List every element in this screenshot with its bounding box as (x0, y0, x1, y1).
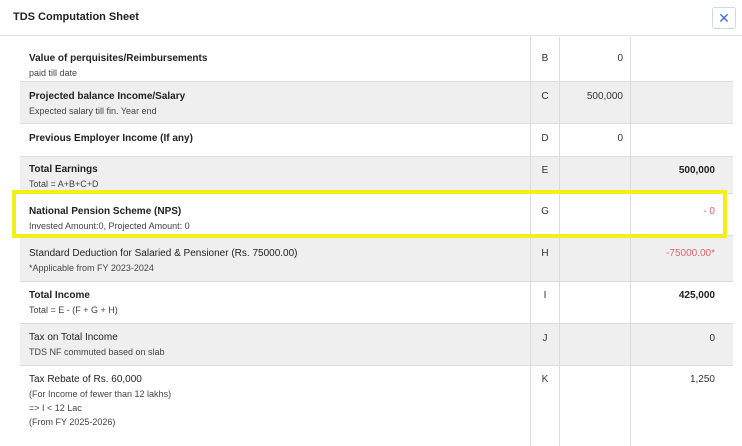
row-description: Total Income Total = E - (F + G + H) (20, 282, 531, 323)
row-label: Tax on Total Income (29, 332, 118, 343)
row-sublabel: => I < 12 Lac (29, 403, 82, 413)
table-row-tax-rebate: Tax Rebate of Rs. 60,000 (For Income of … (20, 366, 733, 446)
row-description: Total Earnings Total = A+B+C+D (20, 157, 531, 193)
row-value-primary: 0 (560, 124, 631, 156)
row-code: K (531, 366, 560, 446)
row-description: Projected balance Income/Salary Expected… (20, 82, 531, 123)
row-code: B (531, 37, 560, 81)
row-sublabel: Invested Amount:0, Projected Amount: 0 (29, 221, 190, 231)
table-row-total-earnings: Total Earnings Total = A+B+C+D E 500,000 (20, 157, 733, 194)
row-label: Value of perquisites/Reimbursements (29, 53, 208, 64)
table-row-projected-balance: Projected balance Income/Salary Expected… (20, 82, 733, 124)
row-description: Tax on Total Income TDS NF commuted base… (20, 324, 531, 365)
row-sublabel: Total = A+B+C+D (29, 179, 99, 189)
table-row-standard-deduction: Standard Deduction for Salaried & Pensio… (20, 236, 733, 282)
table-row-nps: National Pension Scheme (NPS) Invested A… (20, 194, 733, 236)
row-label: Projected balance Income/Salary (29, 91, 186, 102)
row-code: J (531, 324, 560, 365)
row-value-primary: 500,000 (560, 82, 631, 123)
row-sublabel: paid till date (29, 68, 78, 78)
row-value-primary: 0 (560, 37, 631, 81)
row-code: C (531, 82, 560, 123)
row-description: Tax Rebate of Rs. 60,000 (For Income of … (20, 366, 531, 446)
row-value-primary (560, 324, 631, 365)
table-row-total-income: Total Income Total = E - (F + G + H) I 4… (20, 282, 733, 324)
row-description: Value of perquisites/Reimbursements paid… (20, 37, 531, 81)
row-value-total (631, 37, 733, 81)
row-sublabel: Total = E - (F + G + H) (29, 305, 118, 315)
row-label: Total Earnings (29, 164, 98, 175)
close-icon: ✕ (718, 10, 730, 26)
row-description: National Pension Scheme (NPS) Invested A… (20, 194, 531, 235)
row-value-primary (560, 194, 631, 235)
row-value-total: 500,000 (678, 165, 715, 176)
row-value-primary (560, 236, 631, 281)
row-value-total: -75000.00* (666, 248, 715, 259)
row-value-primary (560, 282, 631, 323)
row-value-primary (560, 157, 631, 193)
row-sublabel: TDS NF commuted based on slab (29, 347, 165, 357)
dialog-title: TDS Computation Sheet (13, 11, 139, 23)
table-row-previous-employer: Previous Employer Income (If any) D 0 (20, 124, 733, 157)
row-label: Standard Deduction for Salaried & Pensio… (29, 248, 298, 259)
close-button[interactable]: ✕ (712, 7, 736, 29)
row-code: H (531, 236, 560, 281)
row-value-total (631, 82, 733, 123)
row-label: National Pension Scheme (NPS) (29, 206, 182, 217)
row-description: Previous Employer Income (If any) (20, 124, 531, 156)
row-sublabel: Expected salary till fin. Year end (29, 106, 157, 116)
row-value-total (631, 124, 733, 156)
row-sublabel: *Applicable from FY 2023-2024 (29, 263, 154, 273)
row-code: E (531, 157, 560, 193)
row-value-total: 1,250 (689, 374, 715, 385)
row-sublabel: (For Income of fewer than 12 lakhs) (29, 389, 172, 399)
row-label: Tax Rebate of Rs. 60,000 (29, 374, 142, 385)
row-sublabel: (From FY 2025-2026) (29, 417, 116, 427)
row-code: G (531, 194, 560, 235)
table-row-tax-on-income: Tax on Total Income TDS NF commuted base… (20, 324, 733, 366)
dialog-header: TDS Computation Sheet ✕ (0, 0, 742, 36)
table-row-perquisites: Value of perquisites/Reimbursements paid… (20, 37, 733, 82)
row-value-total: 425,000 (678, 290, 715, 301)
row-value-total: - 0 (703, 206, 715, 217)
row-description: Standard Deduction for Salaried & Pensio… (20, 236, 531, 281)
row-label: Previous Employer Income (If any) (29, 133, 193, 144)
row-value-total: 0 (709, 333, 715, 344)
row-value-primary (560, 366, 631, 446)
row-label: Total Income (29, 290, 90, 301)
row-code: D (531, 124, 560, 156)
row-code: I (531, 282, 560, 323)
